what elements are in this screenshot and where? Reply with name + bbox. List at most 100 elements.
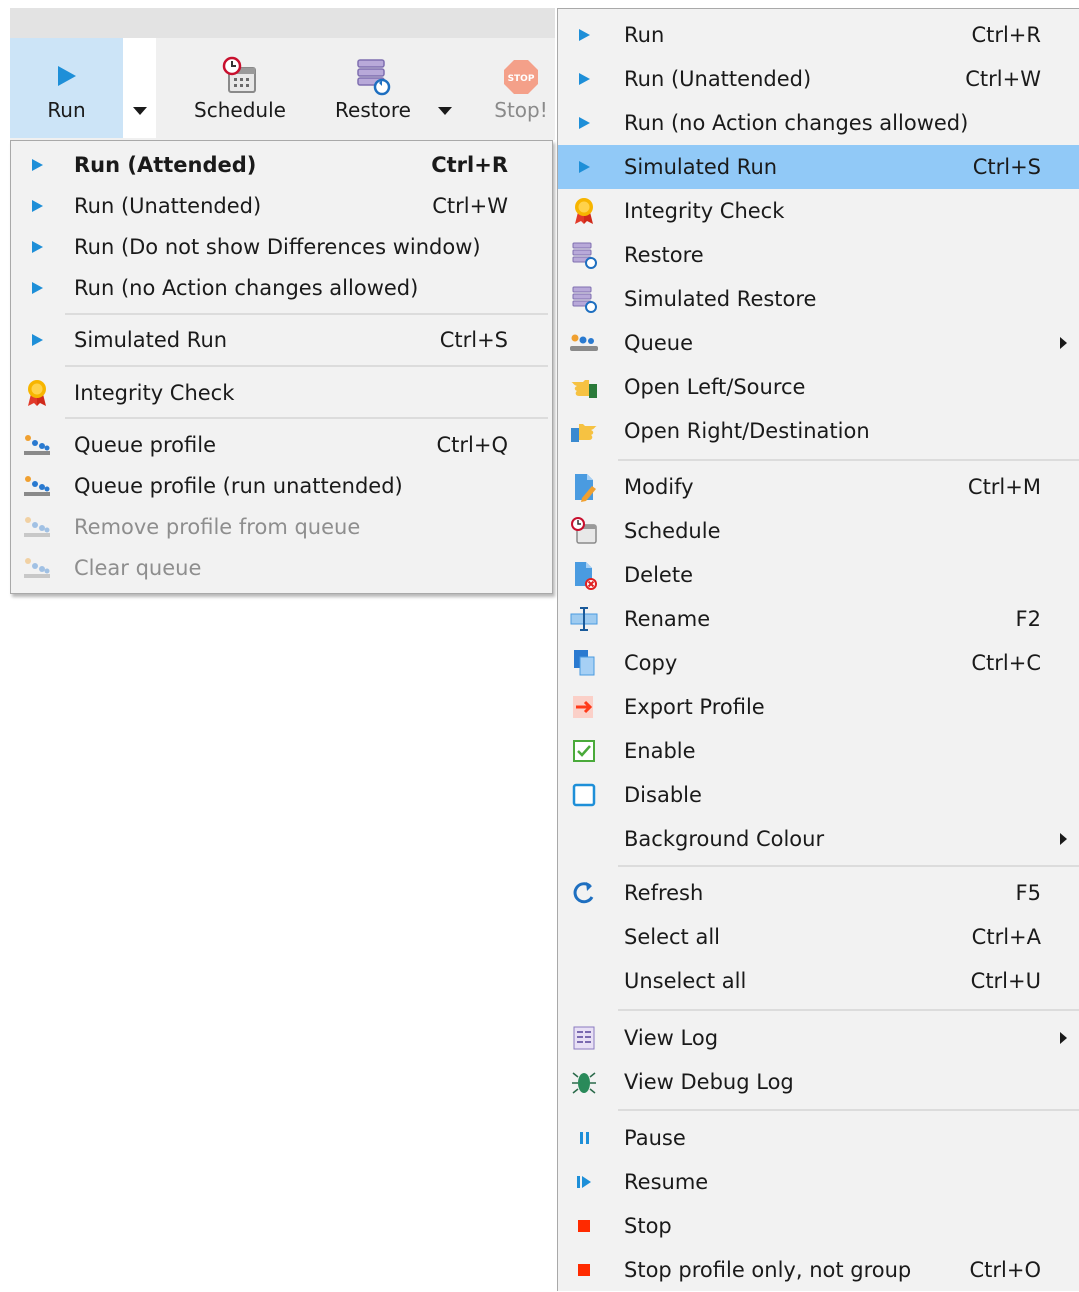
- medal-icon: [564, 189, 604, 233]
- menu-item-label: Copy: [624, 651, 678, 675]
- play-icon: [564, 145, 604, 189]
- hand-left-icon: [564, 365, 604, 409]
- menu-item-label: Integrity Check: [74, 380, 235, 405]
- menu-item-integrity-check[interactable]: Integrity Check: [11, 372, 552, 413]
- menu-item-label: Delete: [624, 563, 693, 587]
- menu-item-label: Pause: [624, 1126, 686, 1150]
- menu-item-label: Rename: [624, 607, 711, 631]
- menu-item-select-all[interactable]: Select all Ctrl+A: [558, 915, 1079, 959]
- menu-item-enable[interactable]: Enable: [558, 729, 1079, 773]
- menu-item-label: Modify: [624, 475, 694, 499]
- menu-item-label: Clear queue: [74, 555, 202, 580]
- menu-item-delete[interactable]: Delete: [558, 553, 1079, 597]
- menu-item-queue-profile[interactable]: Queue profile Ctrl+Q: [11, 424, 552, 465]
- run-button[interactable]: Run: [10, 38, 123, 138]
- menu-item-shortcut: Ctrl+Q: [436, 432, 509, 457]
- stop-button[interactable]: STOP Stop!: [486, 38, 556, 138]
- menu-item-pause[interactable]: Pause: [558, 1116, 1079, 1160]
- play-icon: [19, 319, 55, 360]
- menu-item-integrity-check[interactable]: Integrity Check: [558, 189, 1079, 233]
- menu-item-run-no-action-changes[interactable]: Run (no Action changes allowed): [11, 267, 552, 308]
- menu-item-restore[interactable]: Restore: [558, 233, 1079, 277]
- restore-button[interactable]: Restore: [322, 38, 424, 138]
- menu-item-stop[interactable]: Stop: [558, 1204, 1079, 1248]
- menu-item-queue-profile-unattended[interactable]: Queue profile (run unattended): [11, 465, 552, 506]
- menu-item-label: Queue profile (run unattended): [74, 473, 403, 498]
- play-icon: [19, 185, 55, 226]
- pause-icon: [564, 1116, 604, 1160]
- menu-item-open-left-source[interactable]: Open Left/Source: [558, 365, 1079, 409]
- menu-item-label: Simulated Restore: [624, 287, 817, 311]
- restore-icon: [353, 56, 393, 96]
- menu-separator: [618, 1109, 1079, 1111]
- menu-item-simulated-run[interactable]: Simulated Run Ctrl+S: [558, 145, 1079, 189]
- menu-item-label: Export Profile: [624, 695, 765, 719]
- play-icon: [19, 144, 55, 185]
- menu-item-label: Run (Unattended): [624, 67, 812, 91]
- submenu-arrow-icon: [1060, 1016, 1067, 1060]
- menu-item-rename[interactable]: Rename F2: [558, 597, 1079, 641]
- menu-item-background-colour[interactable]: Background Colour: [558, 817, 1079, 861]
- restore-icon: [564, 233, 604, 277]
- menu-item-unselect-all[interactable]: Unselect all Ctrl+U: [558, 959, 1079, 1003]
- edit-icon: [564, 465, 604, 509]
- menu-item-label: Restore: [624, 243, 704, 267]
- schedule-button[interactable]: Schedule: [180, 38, 300, 138]
- stop-sign-text: STOP: [508, 74, 535, 84]
- menu-item-run-no-action-changes[interactable]: Run (no Action changes allowed): [558, 101, 1079, 145]
- schedule-icon: [564, 509, 604, 553]
- menu-item-run-no-differences[interactable]: Run (Do not show Differences window): [11, 226, 552, 267]
- menu-item-shortcut: Ctrl+A: [971, 925, 1041, 949]
- menu-item-simulated-run[interactable]: Simulated Run Ctrl+S: [11, 319, 552, 360]
- menu-item-run[interactable]: Run Ctrl+R: [558, 13, 1079, 57]
- menu-item-run-unattended[interactable]: Run (Unattended) Ctrl+W: [11, 185, 552, 226]
- menu-item-open-right-destination[interactable]: Open Right/Destination: [558, 409, 1079, 453]
- queue-icon: [19, 424, 55, 465]
- menu-item-shortcut: Ctrl+S: [439, 327, 508, 352]
- restore-dropdown-button[interactable]: [430, 38, 460, 138]
- stop-icon: [564, 1204, 604, 1248]
- menu-item-label: Run (Attended): [74, 152, 257, 177]
- play-icon: [57, 56, 76, 96]
- menu-item-export-profile[interactable]: Export Profile: [558, 685, 1079, 729]
- run-dropdown-menu: Run (Attended) Ctrl+R Run (Unattended) C…: [10, 140, 553, 594]
- menu-item-view-debug-log[interactable]: View Debug Log: [558, 1060, 1079, 1104]
- menu-item-shortcut: Ctrl+W: [432, 193, 508, 218]
- schedule-button-label: Schedule: [194, 98, 286, 122]
- menu-item-resume[interactable]: Resume: [558, 1160, 1079, 1204]
- menu-item-stop-profile-only[interactable]: Stop profile only, not group Ctrl+O: [558, 1248, 1079, 1292]
- menu-item-label: Disable: [624, 783, 702, 807]
- menu-item-schedule[interactable]: Schedule: [558, 509, 1079, 553]
- menu-item-disable[interactable]: Disable: [558, 773, 1079, 817]
- menu-separator: [65, 365, 548, 367]
- menu-item-clear-queue[interactable]: Clear queue: [11, 547, 552, 588]
- hand-right-icon: [564, 409, 604, 453]
- menu-separator: [65, 417, 548, 419]
- menu-item-simulated-restore[interactable]: Simulated Restore: [558, 277, 1079, 321]
- stop-button-label: Stop!: [494, 98, 548, 122]
- menu-item-shortcut: Ctrl+U: [970, 969, 1041, 993]
- menu-item-label: Resume: [624, 1170, 709, 1194]
- menu-item-refresh[interactable]: Refresh F5: [558, 871, 1079, 915]
- menu-item-shortcut: F2: [1015, 607, 1041, 631]
- menu-item-shortcut: Ctrl+R: [431, 152, 508, 177]
- menu-item-queue[interactable]: Queue: [558, 321, 1079, 365]
- menu-item-shortcut: Ctrl+W: [965, 67, 1041, 91]
- menu-item-view-log[interactable]: View Log: [558, 1016, 1079, 1060]
- menu-item-label: Select all: [624, 925, 720, 949]
- menu-item-label: Integrity Check: [624, 199, 785, 223]
- play-icon: [564, 101, 604, 145]
- stop-sign-icon: STOP: [501, 56, 541, 96]
- menu-item-run-attended[interactable]: Run (Attended) Ctrl+R: [11, 144, 552, 185]
- toolbar: Run Schedule Restore STOP Stop!: [10, 38, 555, 140]
- menu-item-run-unattended[interactable]: Run (Unattended) Ctrl+W: [558, 57, 1079, 101]
- menu-item-modify[interactable]: Modify Ctrl+M: [558, 465, 1079, 509]
- menu-item-copy[interactable]: Copy Ctrl+C: [558, 641, 1079, 685]
- run-dropdown-button[interactable]: [123, 38, 156, 138]
- checkbox-checked-icon: [564, 729, 604, 773]
- menu-item-remove-from-queue[interactable]: Remove profile from queue: [11, 506, 552, 547]
- chevron-down-icon: [132, 107, 147, 115]
- menu-item-label: Remove profile from queue: [74, 514, 361, 539]
- menu-item-label: Run (Do not show Differences window): [74, 234, 481, 259]
- profile-context-menu: Run Ctrl+R Run (Unattended) Ctrl+W Run (…: [557, 8, 1079, 1291]
